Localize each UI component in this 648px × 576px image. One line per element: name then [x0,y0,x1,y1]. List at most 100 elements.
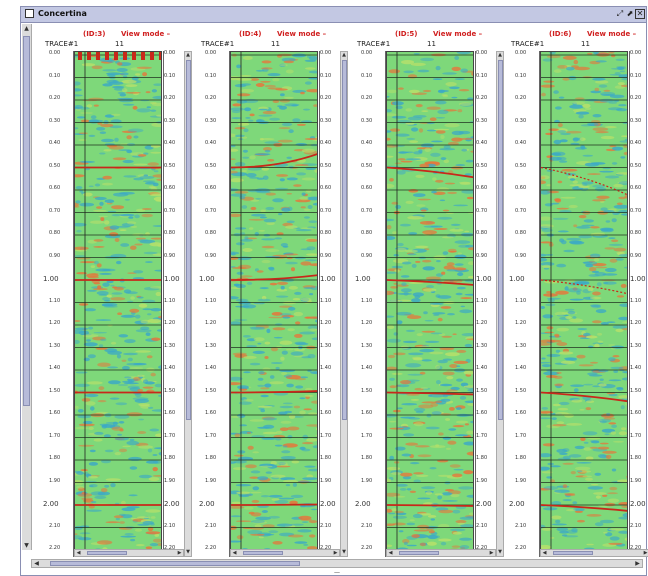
scroll-thumb[interactable] [23,36,30,406]
scroll-left-icon[interactable]: ◀ [32,560,41,567]
scroll-up-icon[interactable]: ▲ [497,52,503,59]
restore-icon[interactable]: ⤢ [615,9,625,19]
time-tick-label: 2.10 [205,522,217,529]
seismic-noise-blob [280,456,296,460]
seismic-noise-blob [455,164,466,167]
seismic-noise-blob [397,292,413,295]
time-tick-label: 1.40 [630,365,642,371]
scroll-thumb[interactable] [399,551,439,555]
scroll-right-icon[interactable]: ▶ [332,550,339,556]
time-tick-label: 1.40 [515,365,527,371]
scroll-up-icon[interactable]: ▲ [22,24,31,33]
seismic-noise-blob [303,108,310,111]
scroll-thumb[interactable] [243,551,283,555]
time-tick-label: 0.90 [515,252,527,259]
scroll-thumb[interactable] [342,60,347,420]
scroll-up-icon[interactable]: ▲ [341,52,347,59]
seismic-noise-blob [296,123,306,126]
seismic-noise-blob [445,418,451,421]
time-tick-label: 1.60 [49,410,61,416]
view-mode-menu[interactable]: View mode – [121,29,170,39]
seismic-noise-blob [577,328,588,330]
panel-vertical-scrollbar[interactable]: ▲ ▼ [496,51,504,557]
seismic-noise-blob [437,359,448,364]
scroll-thumb[interactable] [50,561,300,566]
seismic-noise-blob [295,385,304,389]
seismic-noise-blob [88,119,104,123]
seismic-noise-blob [422,89,432,93]
seismic-noise-blob [94,183,101,187]
scroll-thumb[interactable] [87,551,127,555]
seismic-noise-blob [78,139,87,141]
scroll-left-icon[interactable]: ◀ [231,550,238,556]
seismic-noise-blob [578,185,590,189]
seismic-noise-blob [611,239,619,243]
close-icon[interactable]: ✕ [635,9,645,19]
seismic-noise-blob [242,335,251,338]
seismic-noise-blob [249,362,261,366]
view-mode-menu[interactable]: View mode – [433,29,482,39]
scroll-right-icon[interactable]: ▶ [176,550,183,556]
scroll-left-icon[interactable]: ◀ [541,550,548,556]
scroll-thumb[interactable] [186,60,191,420]
seismic-noise-blob [104,220,110,225]
seismic-noise-blob [554,383,564,387]
seismic-noise-blob [107,350,122,355]
scroll-down-icon[interactable]: ▼ [341,549,347,556]
seismic-noise-blob [457,252,462,255]
scroll-right-icon[interactable]: ▶ [488,550,495,556]
time-tick-label: 0.30 [205,117,217,124]
seismic-noise-blob [265,206,275,211]
seismic-noise-blob [586,543,594,546]
scroll-down-icon[interactable]: ▼ [497,549,503,556]
seismic-noise-blob [586,122,599,127]
time-tick-label: 0.80 [476,230,488,236]
seismic-image [231,52,317,556]
seismic-section[interactable] [74,51,162,557]
seismic-noise-blob [112,80,117,83]
seismic-noise-blob [234,433,241,438]
seismic-noise-blob [464,343,473,348]
scroll-thumb[interactable] [498,60,503,420]
title-bar[interactable]: Concertina ⤢ ⬈ ✕ [21,7,646,23]
seismic-noise-blob [274,444,283,447]
seismic-noise-blob [440,157,447,161]
time-tick-label: 1.10 [515,297,527,304]
view-mode-menu[interactable]: View mode – [277,29,326,39]
seismic-noise-blob [303,287,314,289]
seismic-noise-blob [130,538,136,542]
seismic-noise-blob [116,354,122,359]
seismic-noise-blob [149,543,159,547]
seismic-noise-blob [263,218,277,223]
scroll-left-icon[interactable]: ◀ [387,550,394,556]
seismic-noise-blob [269,375,275,379]
seismic-noise-blob [560,196,576,199]
scroll-right-icon[interactable]: ▶ [642,550,648,556]
seismic-noise-blob [387,89,398,94]
seismic-section[interactable] [540,51,628,557]
time-tick-label: 1.30 [205,342,217,349]
window-vertical-scrollbar[interactable]: ▲ ▼ [22,24,32,550]
scroll-right-icon[interactable]: ▶ [633,560,642,567]
seismic-section[interactable] [386,51,474,557]
seismic-noise-blob [232,352,247,356]
panel-vertical-scrollbar[interactable]: ▲ ▼ [184,51,192,557]
scroll-up-icon[interactable]: ▲ [185,52,191,59]
scroll-down-icon[interactable]: ▼ [22,541,31,550]
maximize-icon[interactable]: ⬈ [625,9,635,19]
scroll-down-icon[interactable]: ▼ [185,549,191,556]
scroll-thumb[interactable] [553,551,593,555]
panel-vertical-scrollbar[interactable]: ▲ ▼ [340,51,348,557]
seismic-noise-blob [118,334,129,338]
seismic-noise-blob [130,296,135,300]
window-horizontal-scrollbar[interactable]: ◀ ▶ [31,559,643,568]
view-mode-menu[interactable]: View mode – [587,29,636,39]
seismic-noise-blob [299,196,309,201]
seismic-noise-blob [592,320,602,324]
seismic-section[interactable] [230,51,318,557]
seismic-noise-blob [288,129,294,134]
scroll-left-icon[interactable]: ◀ [75,550,82,556]
seismic-noise-blob [277,139,293,143]
seismic-noise-blob [283,60,295,64]
seismic-noise-blob [413,193,426,198]
